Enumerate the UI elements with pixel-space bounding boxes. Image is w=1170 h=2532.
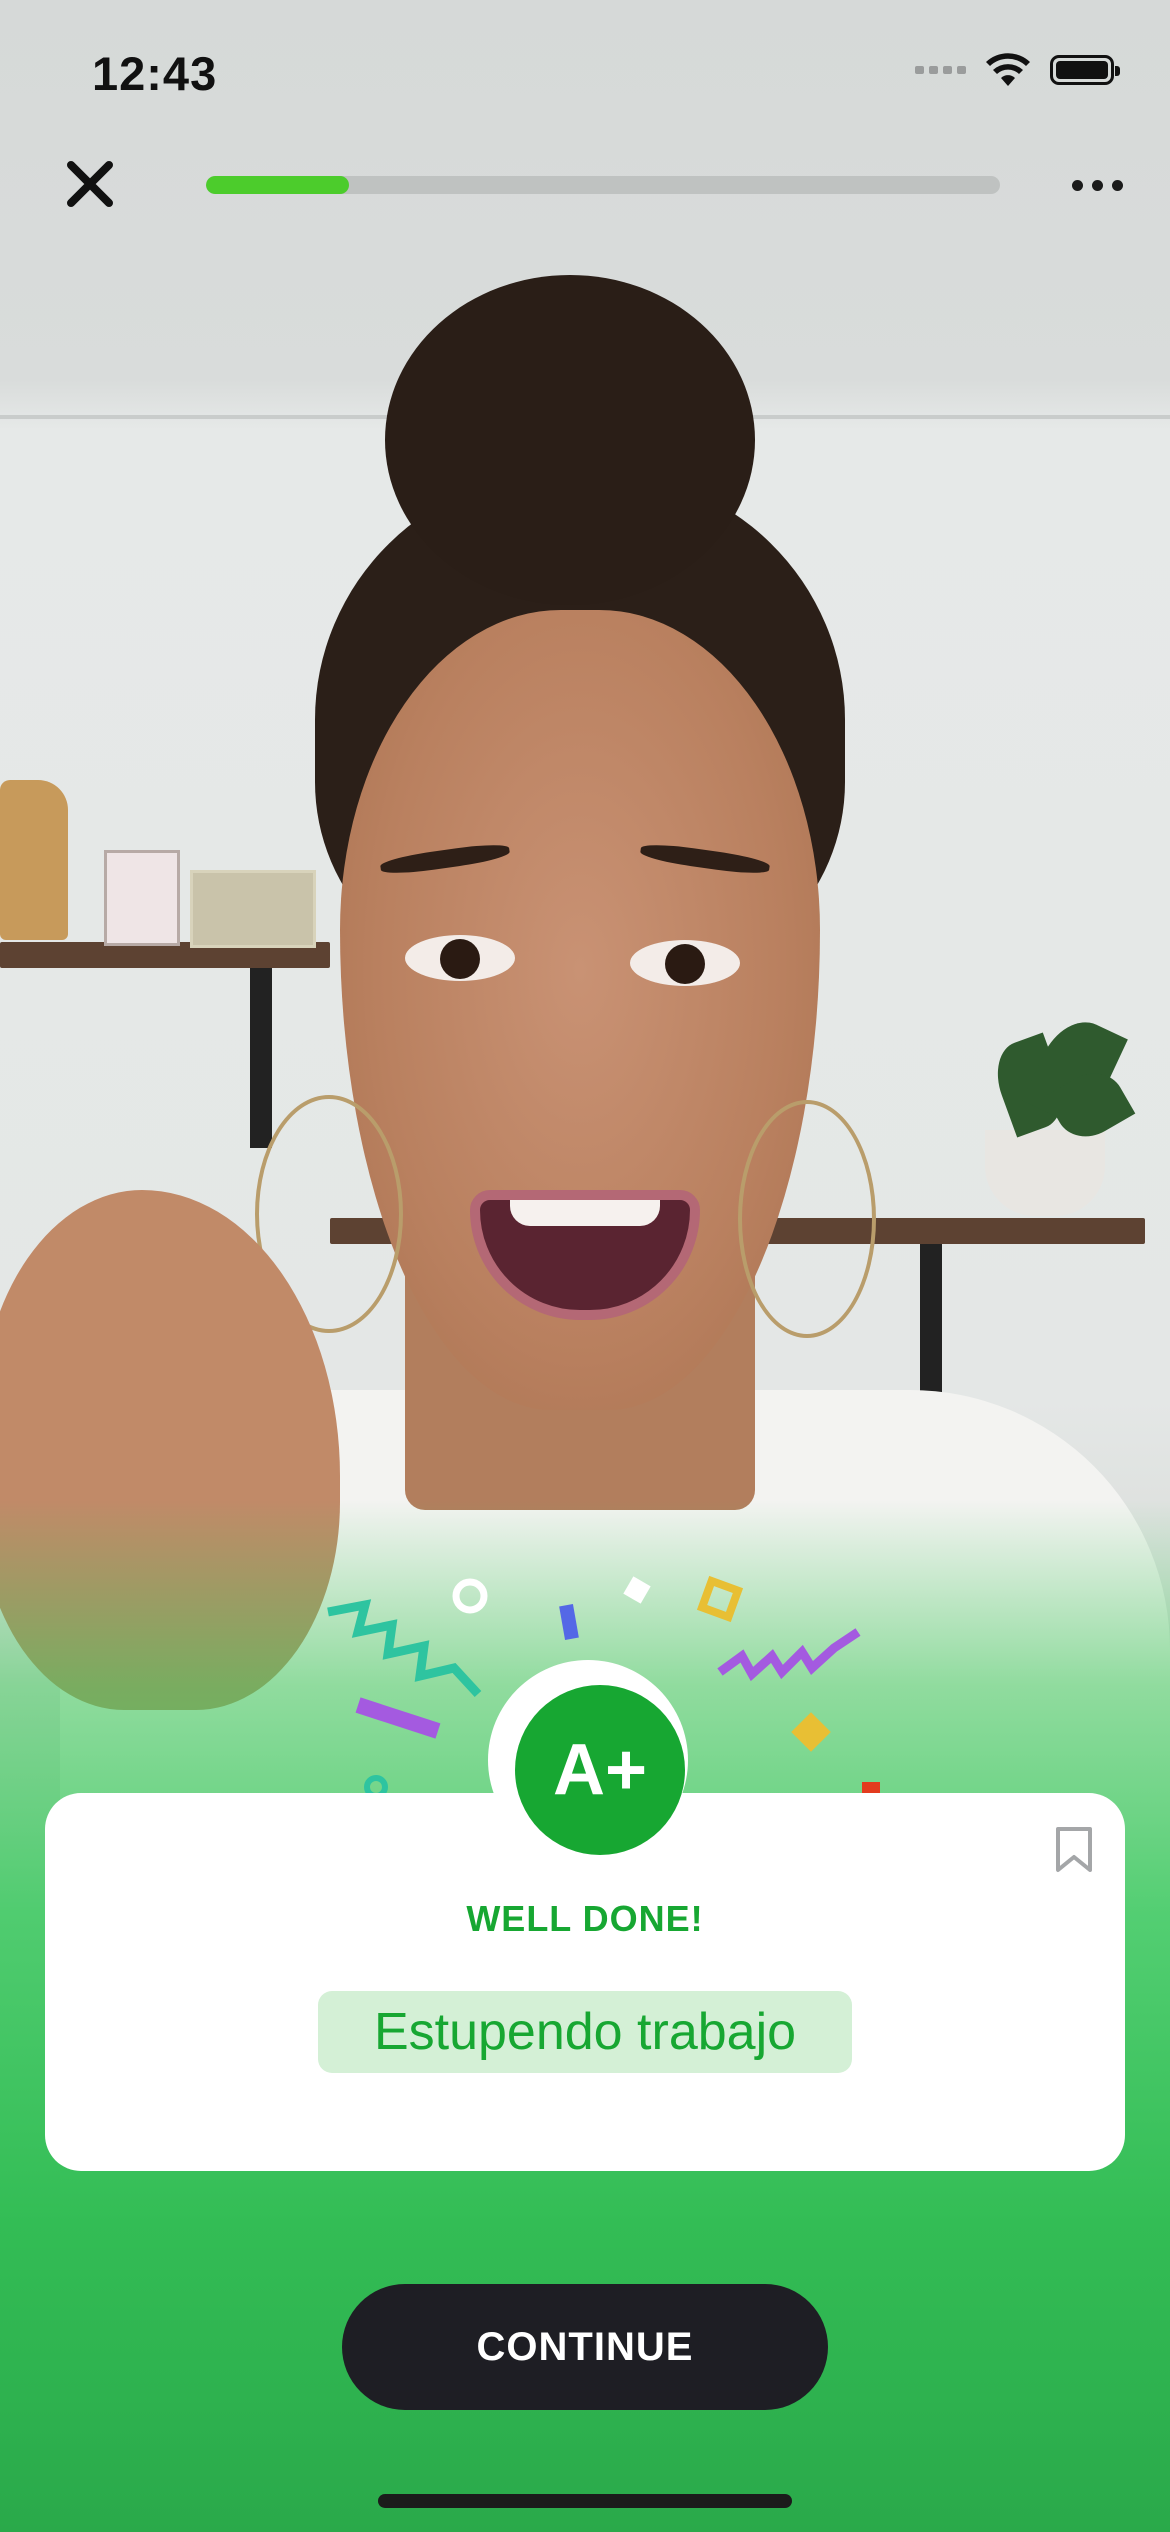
home-indicator xyxy=(378,2494,792,2508)
lesson-progress-bar xyxy=(206,176,1000,194)
landscape-picture-frame xyxy=(190,870,316,948)
phrase-translation: Estupendo trabajo xyxy=(318,1991,852,2073)
more-options-button[interactable] xyxy=(1062,162,1132,208)
battery-icon xyxy=(1050,55,1120,85)
continue-button[interactable]: CONTINUE xyxy=(342,2284,828,2410)
left-shelf-bracket xyxy=(250,968,272,1148)
grade-badge: A+ xyxy=(515,1685,685,1855)
person-hair-bun xyxy=(385,275,755,605)
right-eye xyxy=(630,940,740,986)
right-shelf-bracket xyxy=(920,1244,942,1404)
dog-figurine xyxy=(0,780,68,940)
small-picture-frame xyxy=(104,850,180,946)
more-options-icon xyxy=(1071,179,1083,191)
bookmark-icon[interactable] xyxy=(1054,1826,1094,1874)
left-eye xyxy=(405,935,515,981)
close-icon xyxy=(67,161,113,207)
lesson-progress-fill xyxy=(206,176,349,194)
right-hoop-earring xyxy=(738,1100,876,1338)
well-done-heading: WELL DONE! xyxy=(466,1898,704,1939)
close-button[interactable] xyxy=(56,150,124,218)
status-icons xyxy=(915,52,1120,88)
plant-pot xyxy=(985,1130,1105,1216)
wifi-icon xyxy=(986,53,1030,86)
cellular-signal-icon xyxy=(915,66,966,74)
status-time: 12:43 xyxy=(92,47,218,100)
